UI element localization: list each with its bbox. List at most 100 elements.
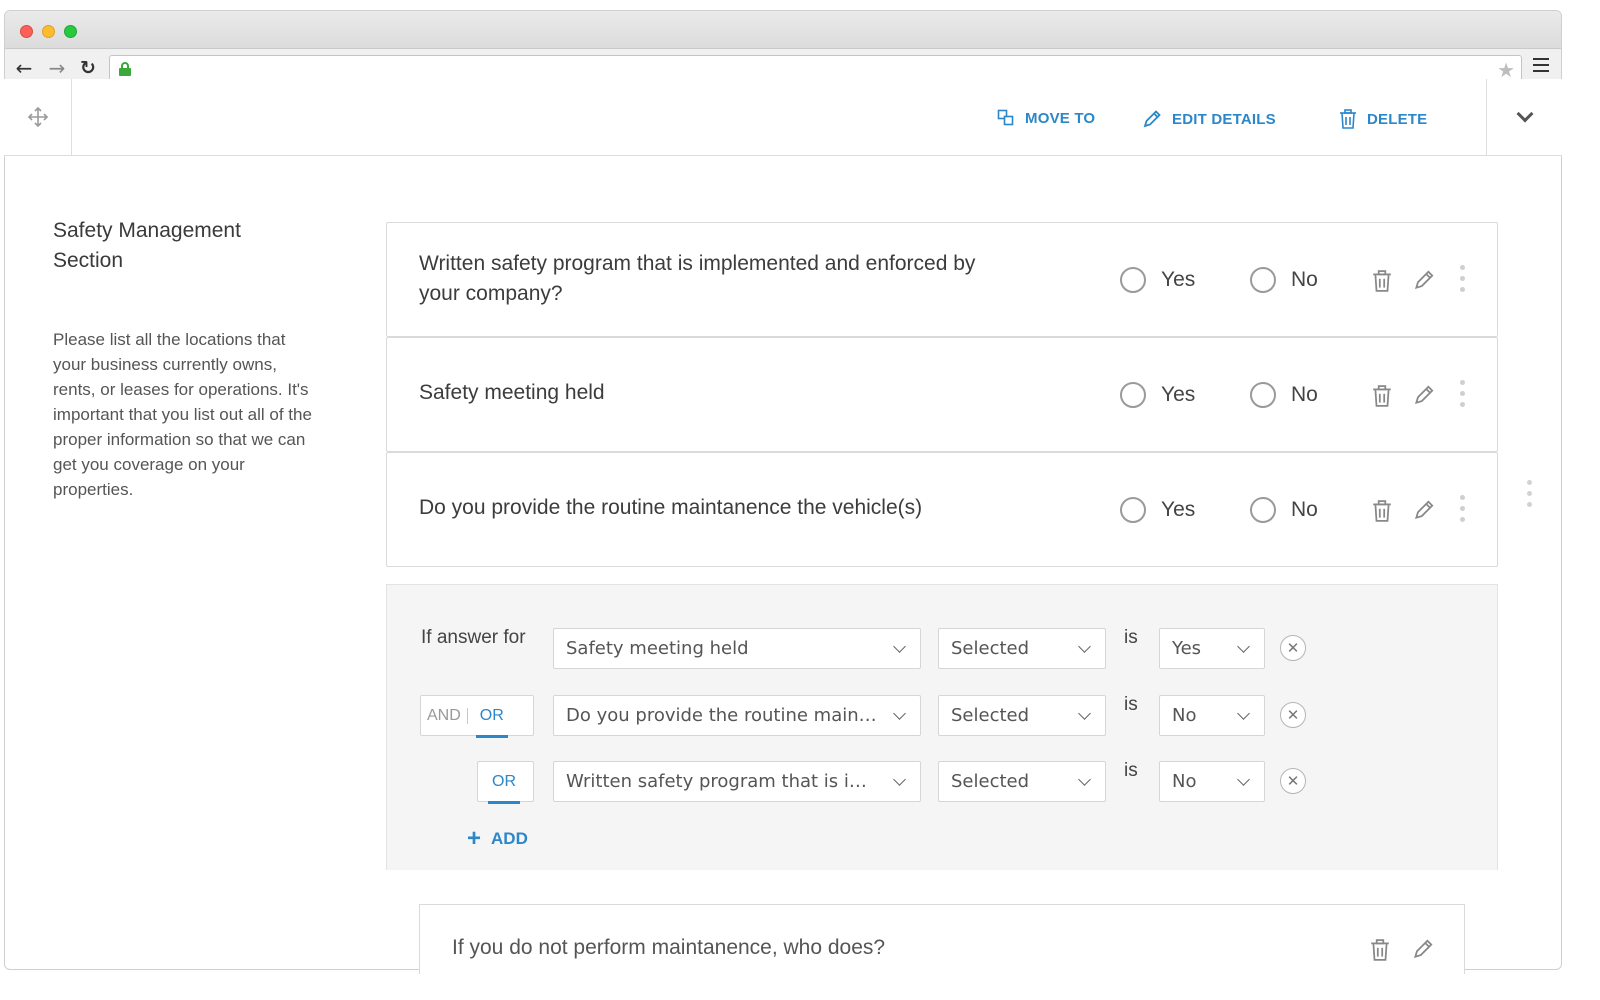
trash-icon[interactable]	[1372, 385, 1392, 407]
sub-question-text: If you do not perform maintanence, who d…	[452, 936, 886, 959]
hamburger-menu-icon[interactable]	[1533, 58, 1549, 76]
rule-condition-select[interactable]: Selected	[938, 695, 1106, 736]
or-toggle[interactable]: OR	[477, 761, 534, 804]
section-description: Please list all the locations that your …	[53, 330, 312, 499]
pencil-icon[interactable]	[1412, 938, 1434, 960]
chevron-down-icon	[1078, 773, 1091, 786]
drag-arrows-icon	[27, 106, 48, 128]
question-text: Written safety program that is implement…	[419, 252, 976, 305]
radio-yes[interactable]: Yes	[1120, 267, 1195, 293]
radio-circle	[1250, 267, 1276, 293]
lock-icon	[119, 62, 131, 76]
delete-button[interactable]: DELETE	[1339, 109, 1427, 129]
trash-icon[interactable]	[1372, 500, 1392, 522]
radio-circle	[1250, 382, 1276, 408]
delete-label: DELETE	[1367, 110, 1428, 128]
more-options-icon[interactable]	[1460, 265, 1466, 298]
chevron-down-icon	[893, 773, 906, 786]
minimize-window-button[interactable]	[42, 25, 55, 38]
pencil-icon[interactable]	[1413, 269, 1435, 291]
chevron-down-icon	[1237, 773, 1250, 786]
rule-condition-value: Selected	[951, 705, 1030, 726]
chevron-down-icon	[1237, 640, 1250, 653]
chevron-down-icon	[1078, 707, 1091, 720]
rule-condition-select[interactable]: Selected	[938, 628, 1106, 669]
radio-no[interactable]: No	[1250, 382, 1318, 408]
question-text: Safety meeting held	[419, 381, 605, 404]
rule-value-select[interactable]: No	[1159, 761, 1265, 802]
plus-icon: +	[467, 825, 482, 852]
trash-icon[interactable]	[1372, 270, 1392, 292]
back-arrow-icon[interactable]: ←	[12, 55, 36, 81]
radio-label: No	[1291, 268, 1318, 291]
rule-value: No	[1172, 771, 1197, 792]
rule-question-select[interactable]: Written safety program that is implement…	[553, 761, 921, 802]
add-label: ADD	[491, 829, 528, 848]
or-option[interactable]: OR	[474, 707, 510, 738]
toggle-divider	[466, 707, 468, 724]
radio-no[interactable]: No	[1250, 497, 1318, 523]
rule-question-select[interactable]: Safety meeting held	[553, 628, 921, 669]
collapse-toggle[interactable]	[1486, 79, 1562, 155]
rule-condition-select[interactable]: Selected	[938, 761, 1106, 802]
radio-label: Yes	[1161, 383, 1196, 406]
or-option[interactable]: OR	[486, 773, 522, 804]
pencil-icon	[1143, 110, 1161, 128]
more-options-icon[interactable]	[1460, 380, 1466, 413]
radio-circle	[1120, 267, 1146, 293]
pencil-icon[interactable]	[1413, 384, 1435, 406]
title-bar	[5, 11, 1561, 49]
section-more-options-icon[interactable]	[1527, 480, 1533, 513]
add-rule-button[interactable]: + ADD	[467, 825, 528, 852]
sub-question-card: If you do not perform maintanence, who d…	[419, 904, 1465, 974]
radio-circle	[1120, 497, 1146, 523]
trash-icon[interactable]	[1370, 939, 1390, 961]
close-window-button[interactable]	[20, 25, 33, 38]
edit-details-button[interactable]: EDIT DETAILS	[1142, 109, 1276, 129]
section-header: MOVE TO EDIT DETAILS DELETE	[4, 79, 1562, 156]
move-to-icon	[997, 109, 1014, 126]
and-or-toggle[interactable]: AND OR	[420, 695, 534, 738]
is-label: is	[1124, 627, 1138, 648]
radio-no[interactable]: No	[1250, 267, 1318, 293]
radio-circle	[1250, 497, 1276, 523]
rule-value-select[interactable]: No	[1159, 695, 1265, 736]
rule-question-value: Do you provide the routine maintanence t…	[566, 705, 880, 726]
chevron-down-icon	[1237, 707, 1250, 720]
move-handle-icon[interactable]	[4, 79, 72, 155]
forward-arrow-icon[interactable]: →	[45, 55, 69, 81]
move-to-button[interactable]: MOVE TO	[997, 109, 1095, 127]
and-option[interactable]: AND	[421, 707, 467, 725]
rule-condition-value: Selected	[951, 771, 1030, 792]
chevron-down-icon	[1516, 105, 1533, 123]
rule-value: Yes	[1172, 638, 1202, 659]
reload-icon[interactable]: ↻	[76, 55, 100, 81]
radio-label: No	[1291, 383, 1318, 406]
edit-details-label: EDIT DETAILS	[1172, 110, 1276, 128]
is-label: is	[1124, 760, 1138, 781]
more-options-icon[interactable]	[1460, 495, 1466, 528]
remove-rule-close-icon[interactable]: ✕	[1280, 635, 1306, 661]
pencil-icon[interactable]	[1413, 499, 1435, 521]
move-to-label: MOVE TO	[1025, 109, 1096, 127]
radio-yes[interactable]: Yes	[1120, 382, 1195, 408]
radio-label: No	[1291, 498, 1318, 521]
chevron-down-icon	[893, 707, 906, 720]
rule-question-value: Safety meeting held	[566, 638, 749, 659]
rule-question-select[interactable]: Do you provide the routine maintanence t…	[553, 695, 921, 736]
question-card: Written safety program that is implement…	[386, 222, 1498, 337]
radio-yes[interactable]: Yes	[1120, 497, 1195, 523]
rule-value-select[interactable]: Yes	[1159, 628, 1265, 669]
section-title: Safety Management Section	[53, 219, 241, 272]
zoom-window-button[interactable]	[64, 25, 77, 38]
radio-circle	[1120, 382, 1146, 408]
radio-label: Yes	[1161, 498, 1196, 521]
remove-rule-close-icon[interactable]: ✕	[1280, 768, 1306, 794]
chevron-down-icon	[893, 640, 906, 653]
radio-label: Yes	[1161, 268, 1196, 291]
question-text: Do you provide the routine maintanence t…	[419, 496, 923, 519]
if-answer-for-label: If answer for	[421, 627, 526, 648]
rule-value: No	[1172, 705, 1197, 726]
remove-rule-close-icon[interactable]: ✕	[1280, 702, 1306, 728]
chevron-down-icon	[1078, 640, 1091, 653]
